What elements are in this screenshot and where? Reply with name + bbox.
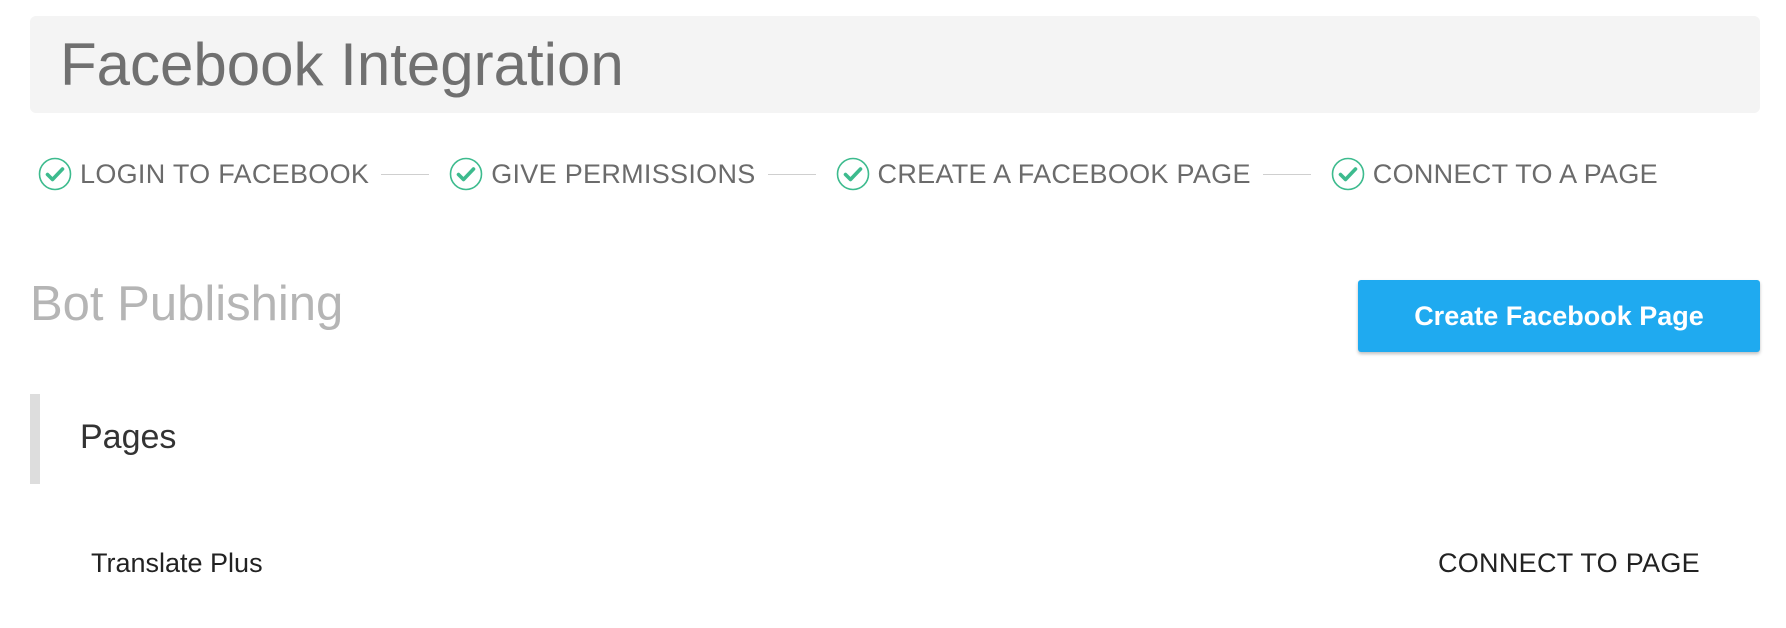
- step-connect-to-a-page: CONNECT TO A PAGE: [1331, 157, 1658, 191]
- step-label: LOGIN TO FACEBOOK: [80, 158, 370, 189]
- page-list-item: Translate Plus CONNECT TO PAGE: [30, 540, 1760, 590]
- step-give-permissions: GIVE PERMISSIONS: [449, 157, 755, 191]
- page-title: Facebook Integration: [60, 31, 624, 98]
- accent-bar: [30, 394, 40, 484]
- step-label: CONNECT TO A PAGE: [1372, 158, 1658, 189]
- step-label: CREATE A FACEBOOK PAGE: [877, 158, 1251, 189]
- step-connector: [767, 173, 816, 175]
- step-connector: [1262, 173, 1311, 175]
- check-circle-icon: [1331, 157, 1365, 191]
- progress-steps: LOGIN TO FACEBOOK GIVE PERMISSIONS CREAT…: [38, 152, 1658, 196]
- check-circle-icon: [836, 157, 870, 191]
- step-login-to-facebook: LOGIN TO FACEBOOK: [38, 157, 369, 191]
- step-create-a-facebook-page: CREATE A FACEBOOK PAGE: [836, 157, 1251, 191]
- header-bar: Facebook Integration: [30, 16, 1760, 113]
- pages-title: Pages: [80, 418, 177, 456]
- create-facebook-page-button[interactable]: Create Facebook Page: [1358, 280, 1760, 352]
- connect-to-page-button[interactable]: CONNECT TO PAGE: [1438, 548, 1700, 579]
- step-connector: [381, 173, 430, 175]
- pages-heading-block: Pages: [30, 394, 530, 484]
- check-circle-icon: [38, 157, 72, 191]
- section-title: Bot Publishing: [30, 277, 344, 331]
- page-name: Translate Plus: [91, 548, 263, 578]
- facebook-integration-page: Facebook Integration LOGIN TO FACEBOOK G…: [0, 0, 1786, 628]
- step-label: GIVE PERMISSIONS: [491, 158, 756, 189]
- check-circle-icon: [449, 157, 483, 191]
